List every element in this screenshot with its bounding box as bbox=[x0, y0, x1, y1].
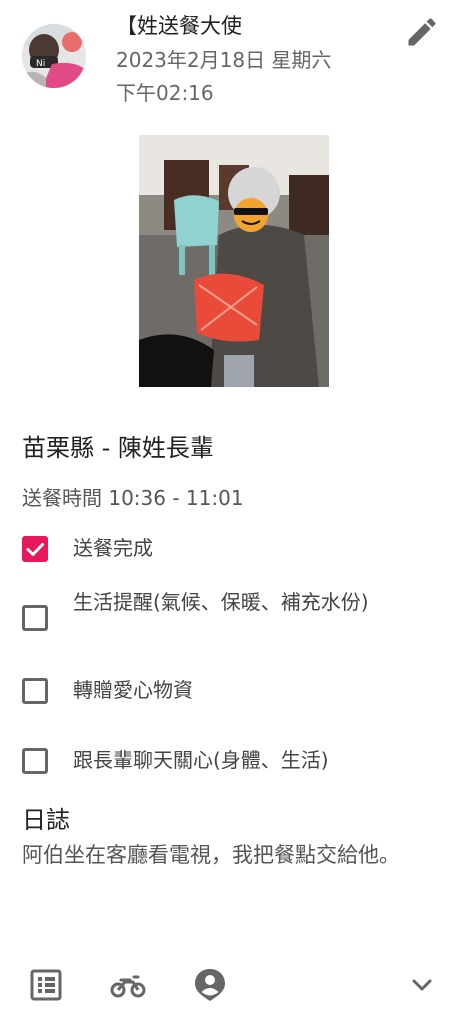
sender-name: 【姓送餐大使 bbox=[116, 14, 242, 38]
task-checkbox[interactable] bbox=[22, 748, 48, 774]
recipient-title: 苗栗縣 - 陳姓長輩 bbox=[22, 434, 214, 462]
task-label: 送餐完成 bbox=[73, 536, 153, 560]
task-checkbox[interactable] bbox=[22, 536, 48, 562]
post-timestamp: 2023年2月18日 星期六 下午02:16 bbox=[116, 44, 386, 110]
motorcycle-icon bbox=[110, 975, 146, 998]
pencil-icon bbox=[408, 18, 436, 46]
post-header: Ni 【姓送餐大使 2023年2月18日 星期六 下午02:16 bbox=[0, 0, 468, 110]
chevron-down-icon bbox=[412, 979, 432, 991]
list-button[interactable] bbox=[28, 967, 64, 1003]
delivery-photo[interactable] bbox=[139, 135, 329, 387]
check-icon bbox=[26, 543, 44, 556]
svg-text:Ni: Ni bbox=[36, 59, 45, 69]
delivery-photo-image bbox=[139, 135, 329, 387]
list-icon bbox=[30, 969, 62, 1001]
avatar-image: Ni bbox=[22, 24, 86, 88]
profile-button[interactable] bbox=[192, 967, 228, 1003]
bottom-nav bbox=[0, 955, 468, 1019]
post-time: 下午02:16 bbox=[116, 81, 214, 105]
person-pin-icon bbox=[195, 969, 225, 1001]
task-chat-care[interactable]: 跟長輩聊天關心(身體、生活) bbox=[22, 744, 442, 778]
avatar[interactable]: Ni bbox=[22, 24, 86, 88]
task-delivery-complete[interactable]: 送餐完成 bbox=[22, 532, 442, 566]
task-label: 跟長輩聊天關心(身體、生活) bbox=[73, 748, 329, 772]
delivery-ride-button[interactable] bbox=[110, 967, 146, 1003]
task-life-reminder[interactable]: 生活提醒(氣候、保暖、補充水份) bbox=[22, 586, 442, 654]
task-checkbox[interactable] bbox=[22, 678, 48, 704]
task-donate-supplies[interactable]: 轉贈愛心物資 bbox=[22, 674, 442, 708]
edit-button[interactable] bbox=[404, 14, 440, 50]
delivery-time: 送餐時間 10:36 - 11:01 bbox=[22, 486, 244, 510]
task-checkbox[interactable] bbox=[22, 605, 48, 631]
post-date: 2023年2月18日 星期六 bbox=[116, 48, 332, 72]
log-text: 阿伯坐在客廳看電視，我把餐點交給他。 bbox=[22, 843, 400, 867]
task-label: 生活提醒(氣候、保暖、補充水份) bbox=[73, 590, 369, 614]
expand-button[interactable] bbox=[404, 967, 440, 1003]
log-title: 日誌 bbox=[22, 806, 70, 834]
task-label: 轉贈愛心物資 bbox=[73, 678, 193, 702]
